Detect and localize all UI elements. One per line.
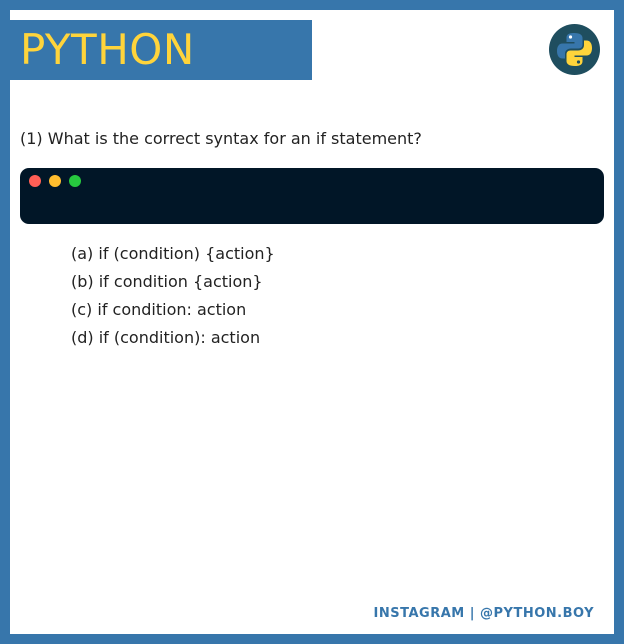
python-logo-icon bbox=[549, 24, 600, 75]
question-text: (1) What is the correct syntax for an if… bbox=[20, 129, 422, 148]
option-d[interactable]: (d) if (condition): action bbox=[71, 324, 275, 352]
page-title: PYTHON bbox=[20, 25, 195, 74]
code-window bbox=[20, 168, 604, 224]
quiz-card: PYTHON (1) What is the correct syntax fo… bbox=[10, 10, 614, 634]
option-b[interactable]: (b) if condition {action} bbox=[71, 268, 275, 296]
maximize-dot-icon bbox=[69, 175, 81, 187]
footer-credit: INSTAGRAM | @PYTHON.BOY bbox=[373, 606, 594, 621]
minimize-dot-icon bbox=[49, 175, 61, 187]
close-dot-icon bbox=[29, 175, 41, 187]
option-c[interactable]: (c) if condition: action bbox=[71, 296, 275, 324]
option-a[interactable]: (a) if (condition) {action} bbox=[71, 240, 275, 268]
answer-options: (a) if (condition) {action} (b) if condi… bbox=[71, 240, 275, 352]
title-banner: PYTHON bbox=[10, 20, 312, 80]
